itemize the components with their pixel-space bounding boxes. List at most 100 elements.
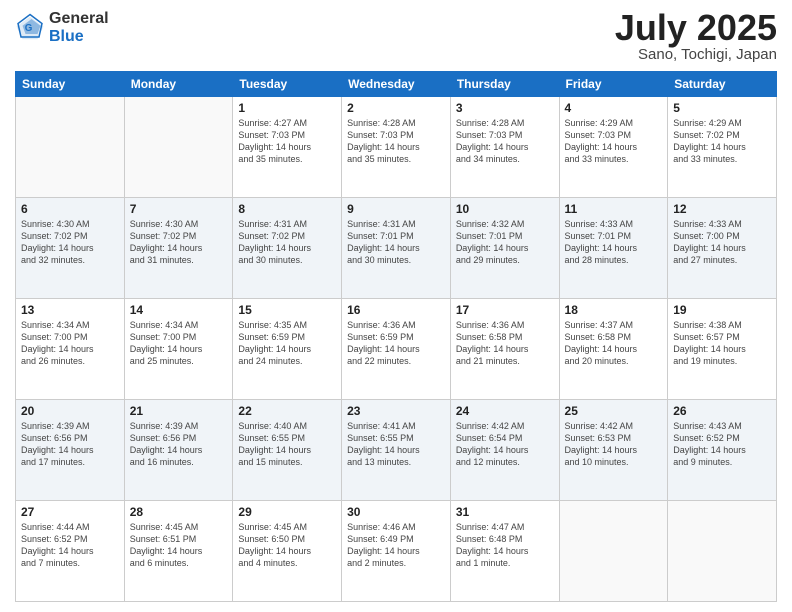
day-number: 4 — [565, 101, 663, 115]
day-info: Sunrise: 4:38 AM Sunset: 6:57 PM Dayligh… — [673, 319, 771, 368]
calendar-cell: 30Sunrise: 4:46 AM Sunset: 6:49 PM Dayli… — [342, 501, 451, 602]
calendar-cell: 14Sunrise: 4:34 AM Sunset: 7:00 PM Dayli… — [124, 299, 233, 400]
calendar-cell: 20 Sunrise: 4:39 AM Sunset: 6:56 PM Dayli… — [16, 400, 125, 501]
day-info: Sunrise: 4:34 AM Sunset: 7:00 PM Dayligh… — [21, 319, 119, 368]
day-number: 18 — [565, 303, 663, 317]
calendar-cell: 15 Sunrise: 4:35 AM Sunset: 6:59 PM Dayli… — [233, 299, 342, 400]
day-number: 5 — [673, 101, 771, 115]
day-info: Sunrise: 4:47 AM Sunset: 6:48 PM Dayligh… — [456, 521, 554, 570]
logo-icon: G — [15, 13, 45, 43]
calendar-body: 1 Sunrise: 4:27 AM Sunset: 7:03 PM Daylig… — [16, 97, 777, 602]
day-number: 25 — [565, 404, 663, 418]
day-info: Sunrise: 4:27 AM Sunset: 7:03 PM Dayligh… — [238, 117, 336, 166]
calendar-header-row: SundayMondayTuesdayWednesdayThursdayFrid… — [16, 72, 777, 97]
calendar-table: SundayMondayTuesdayWednesdayThursdayFrid… — [15, 71, 777, 602]
day-info: Sunrise: 4:34 AM Sunset: 7:00 PM Dayligh… — [130, 319, 228, 368]
calendar-week-2: 6Sunrise: 4:30 AM Sunset: 7:02 PM Daylig… — [16, 198, 777, 299]
location: Sano, Tochigi, Japan — [615, 46, 777, 63]
day-number: 31 — [456, 505, 554, 519]
calendar-week-1: 1 Sunrise: 4:27 AM Sunset: 7:03 PM Daylig… — [16, 97, 777, 198]
logo-text: General Blue — [49, 10, 109, 45]
calendar-cell: 12 Sunrise: 4:33 AM Sunset: 7:00 PM Dayli… — [668, 198, 777, 299]
day-number: 15 — [238, 303, 336, 317]
day-number: 28 — [130, 505, 228, 519]
day-info: Sunrise: 4:39 AM Sunset: 6:56 PM Dayligh… — [21, 420, 119, 469]
day-number: 2 — [347, 101, 445, 115]
day-info: Sunrise: 4:33 AM Sunset: 7:01 PM Dayligh… — [565, 218, 663, 267]
calendar-cell: 10Sunrise: 4:32 AM Sunset: 7:01 PM Dayli… — [450, 198, 559, 299]
day-number: 21 — [130, 404, 228, 418]
title-section: July 2025 Sano, Tochigi, Japan — [615, 10, 777, 63]
logo-blue-text: Blue — [49, 28, 109, 46]
calendar-cell: 24 Sunrise: 4:42 AM Sunset: 6:54 PM Dayli… — [450, 400, 559, 501]
calendar-cell: 28 Sunrise: 4:45 AM Sunset: 6:51 PM Dayli… — [124, 501, 233, 602]
calendar-header-monday: Monday — [124, 72, 233, 97]
day-number: 12 — [673, 202, 771, 216]
day-number: 3 — [456, 101, 554, 115]
header: G General Blue July 2025 Sano, Tochigi, … — [15, 10, 777, 63]
calendar-cell: 8Sunrise: 4:31 AM Sunset: 7:02 PM Daylig… — [233, 198, 342, 299]
calendar-cell: 6Sunrise: 4:30 AM Sunset: 7:02 PM Daylig… — [16, 198, 125, 299]
calendar-header-saturday: Saturday — [668, 72, 777, 97]
day-info: Sunrise: 4:44 AM Sunset: 6:52 PM Dayligh… — [21, 521, 119, 570]
calendar-cell: 26Sunrise: 4:43 AM Sunset: 6:52 PM Dayli… — [668, 400, 777, 501]
day-number: 11 — [565, 202, 663, 216]
calendar-cell: 29Sunrise: 4:45 AM Sunset: 6:50 PM Dayli… — [233, 501, 342, 602]
day-number: 24 — [456, 404, 554, 418]
day-info: Sunrise: 4:36 AM Sunset: 6:58 PM Dayligh… — [456, 319, 554, 368]
svg-text:G: G — [25, 23, 33, 34]
day-info: Sunrise: 4:42 AM Sunset: 6:53 PM Dayligh… — [565, 420, 663, 469]
day-number: 27 — [21, 505, 119, 519]
calendar-cell: 5Sunrise: 4:29 AM Sunset: 7:02 PM Daylig… — [668, 97, 777, 198]
day-number: 1 — [238, 101, 336, 115]
day-info: Sunrise: 4:29 AM Sunset: 7:03 PM Dayligh… — [565, 117, 663, 166]
month-title: July 2025 — [615, 10, 777, 46]
logo: G General Blue — [15, 10, 109, 45]
calendar-cell — [124, 97, 233, 198]
calendar-cell: 1 Sunrise: 4:27 AM Sunset: 7:03 PM Daylig… — [233, 97, 342, 198]
calendar-cell — [668, 501, 777, 602]
calendar-cell: 4 Sunrise: 4:29 AM Sunset: 7:03 PM Daylig… — [559, 97, 668, 198]
day-info: Sunrise: 4:35 AM Sunset: 6:59 PM Dayligh… — [238, 319, 336, 368]
day-number: 30 — [347, 505, 445, 519]
day-info: Sunrise: 4:45 AM Sunset: 6:51 PM Dayligh… — [130, 521, 228, 570]
calendar-cell: 27 Sunrise: 4:44 AM Sunset: 6:52 PM Dayli… — [16, 501, 125, 602]
day-info: Sunrise: 4:42 AM Sunset: 6:54 PM Dayligh… — [456, 420, 554, 469]
day-number: 16 — [347, 303, 445, 317]
calendar-header-tuesday: Tuesday — [233, 72, 342, 97]
page-container: G General Blue July 2025 Sano, Tochigi, … — [0, 0, 792, 612]
day-number: 22 — [238, 404, 336, 418]
calendar-header-friday: Friday — [559, 72, 668, 97]
calendar-cell: 13 Sunrise: 4:34 AM Sunset: 7:00 PM Dayli… — [16, 299, 125, 400]
calendar-cell: 25 Sunrise: 4:42 AM Sunset: 6:53 PM Dayli… — [559, 400, 668, 501]
calendar-cell: 21 Sunrise: 4:39 AM Sunset: 6:56 PM Dayli… — [124, 400, 233, 501]
calendar-header-wednesday: Wednesday — [342, 72, 451, 97]
day-number: 23 — [347, 404, 445, 418]
day-info: Sunrise: 4:32 AM Sunset: 7:01 PM Dayligh… — [456, 218, 554, 267]
day-number: 9 — [347, 202, 445, 216]
calendar-cell: 11 Sunrise: 4:33 AM Sunset: 7:01 PM Dayli… — [559, 198, 668, 299]
calendar-header-thursday: Thursday — [450, 72, 559, 97]
day-number: 7 — [130, 202, 228, 216]
day-number: 19 — [673, 303, 771, 317]
day-info: Sunrise: 4:28 AM Sunset: 7:03 PM Dayligh… — [347, 117, 445, 166]
day-number: 26 — [673, 404, 771, 418]
day-number: 29 — [238, 505, 336, 519]
day-info: Sunrise: 4:30 AM Sunset: 7:02 PM Dayligh… — [130, 218, 228, 267]
day-info: Sunrise: 4:33 AM Sunset: 7:00 PM Dayligh… — [673, 218, 771, 267]
day-number: 13 — [21, 303, 119, 317]
day-info: Sunrise: 4:30 AM Sunset: 7:02 PM Dayligh… — [21, 218, 119, 267]
calendar-cell: 23 Sunrise: 4:41 AM Sunset: 6:55 PM Dayli… — [342, 400, 451, 501]
day-info: Sunrise: 4:37 AM Sunset: 6:58 PM Dayligh… — [565, 319, 663, 368]
day-info: Sunrise: 4:41 AM Sunset: 6:55 PM Dayligh… — [347, 420, 445, 469]
day-number: 20 — [21, 404, 119, 418]
calendar-header-sunday: Sunday — [16, 72, 125, 97]
day-info: Sunrise: 4:40 AM Sunset: 6:55 PM Dayligh… — [238, 420, 336, 469]
logo-general-text: General — [49, 10, 109, 28]
calendar-week-3: 13 Sunrise: 4:34 AM Sunset: 7:00 PM Dayli… — [16, 299, 777, 400]
calendar-week-5: 27 Sunrise: 4:44 AM Sunset: 6:52 PM Dayli… — [16, 501, 777, 602]
calendar-cell: 16Sunrise: 4:36 AM Sunset: 6:59 PM Dayli… — [342, 299, 451, 400]
calendar-cell: 9Sunrise: 4:31 AM Sunset: 7:01 PM Daylig… — [342, 198, 451, 299]
day-info: Sunrise: 4:39 AM Sunset: 6:56 PM Dayligh… — [130, 420, 228, 469]
calendar-cell: 31 Sunrise: 4:47 AM Sunset: 6:48 PM Dayli… — [450, 501, 559, 602]
